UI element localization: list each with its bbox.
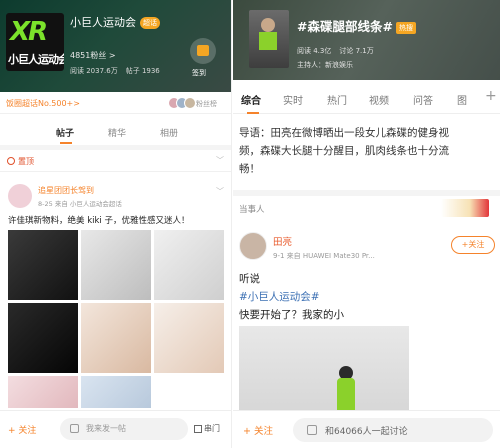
bottom-action-bar: + 关注 我来发一帖 串门 <box>0 410 231 448</box>
chevron-down-icon[interactable]: ﹀ <box>216 155 224 166</box>
post-author[interactable]: 追星团团长驾到 <box>38 185 94 196</box>
chuan-icon <box>194 424 202 433</box>
pinned-section[interactable]: 置顶 ﹀ <box>0 150 231 172</box>
guide-line: 导语：田亮在微博晒出一段女儿森碟的健身视 <box>239 127 449 139</box>
party-label: 当事人 <box>239 205 265 215</box>
post-image[interactable] <box>81 303 151 373</box>
discuss-input[interactable]: 和64066人一起讨论 <box>293 418 493 442</box>
read-count: 阅读 2037.6万 <box>70 67 118 75</box>
fan-avatars <box>168 97 198 109</box>
fans-count-link[interactable]: 4851粉丝 > <box>70 50 116 61</box>
follow-button[interactable]: + 关注 <box>243 423 273 437</box>
post-image[interactable] <box>8 376 78 408</box>
topic-guide: 导语：田亮在微博晒出一段女儿森碟的健身视 频，森碟大长腿十分醒目，肌肉线条也十分… <box>239 124 494 178</box>
plus-icon[interactable]: + <box>485 88 497 104</box>
avatar[interactable] <box>8 184 32 208</box>
post-meta: 8-25 来自 小巨人运动会超话 <box>38 200 122 208</box>
post-line: 听说 #小巨人运动会# 快要开始了？我家的小 <box>239 270 497 324</box>
post-count: 帖子 1936 <box>125 67 160 75</box>
signin-icon[interactable] <box>190 38 216 64</box>
post-image[interactable] <box>8 303 78 373</box>
video-player[interactable] <box>239 326 409 416</box>
rank-link[interactable]: 饭圈超话No.500+> <box>6 98 80 109</box>
hashtag-stats: 阅读 4.3亿 讨论 7.1万 <box>297 46 382 56</box>
supertopic-logo: XR 小巨人运动会 <box>6 13 64 71</box>
post-meta: 9-1 来自 HUAWEI Mate30 Pr... <box>273 252 375 260</box>
post-author[interactable]: 田亮 <box>273 234 292 248</box>
post-image[interactable] <box>81 230 151 300</box>
avatar <box>184 97 196 109</box>
tab-album[interactable]: 相册 <box>160 126 178 139</box>
hashtag-link[interactable]: #小巨人运动会# <box>239 288 497 306</box>
follow-button[interactable]: + 关注 <box>8 423 36 436</box>
guide-line: 畅！ <box>239 163 260 175</box>
tab-all[interactable]: 综合 <box>241 92 261 114</box>
party-banner-image <box>441 199 489 217</box>
supertopic-panel: XR 小巨人运动会 小巨人运动会 超话 4851粉丝 > 阅读 2037.6万 帖子… <box>0 0 232 448</box>
follow-user-button[interactable]: +关注 <box>451 236 495 254</box>
tab-video[interactable]: 视频 <box>369 92 389 107</box>
tab-hot[interactable]: 热门 <box>327 92 347 107</box>
discuss-count: 讨论 7.1万 <box>339 47 374 55</box>
pinned-label: 置顶 <box>18 157 34 166</box>
tab-qa[interactable]: 问答 <box>413 92 433 107</box>
composer-placeholder: 我来发一帖 <box>86 424 126 433</box>
hashtag-header: #森碟腿部线条# 热搜 阅读 4.3亿 讨论 7.1万 主持人：新浪娱乐 <box>233 0 500 80</box>
post-image[interactable] <box>8 230 78 300</box>
tab-images[interactable]: 图 <box>457 92 467 107</box>
party-header: 当事人 <box>233 196 500 220</box>
post-composer-input[interactable]: 我来发一帖 <box>60 418 188 440</box>
fan-list-link[interactable]: 粉丝榜 <box>196 99 217 109</box>
title-text: 小巨人运动会 <box>70 16 136 29</box>
host-label[interactable]: 主持人：新浪娱乐 <box>297 60 353 70</box>
hashtag-tabs: 综合 实时 热门 视频 问答 图 + <box>233 84 500 114</box>
hashtag-panel: #森碟腿部线条# 热搜 阅读 4.3亿 讨论 7.1万 主持人：新浪娱乐 综合 实时… <box>233 0 500 448</box>
hot-badge: 热搜 <box>395 21 416 34</box>
pen-icon <box>70 424 79 433</box>
hashtag-title: #森碟腿部线条# 热搜 <box>297 16 416 35</box>
supertopic-tabs: 帖子 精华 相册 <box>0 120 231 144</box>
read-count: 阅读 4.3亿 <box>297 47 332 55</box>
avatar[interactable] <box>239 232 267 260</box>
logo-text: XR <box>10 17 48 47</box>
guide-line: 频，森碟大长腿十分醒目，肌肉线条也十分流 <box>239 145 449 157</box>
text-segment: 听说 <box>239 273 260 285</box>
tab-posts[interactable]: 帖子 <box>56 126 74 144</box>
bottom-action-bar: + 关注 和64066人一起讨论 <box>233 410 500 448</box>
chevron-down-icon[interactable]: ﹀ <box>216 186 224 197</box>
video-figure <box>337 378 355 414</box>
rank-bar: 饭圈超话No.500+> 粉丝榜 <box>0 92 231 114</box>
pen-icon <box>307 425 317 435</box>
supertopic-header: XR 小巨人运动会 小巨人运动会 超话 4851粉丝 > 阅读 2037.6万 帖子… <box>0 0 231 92</box>
post-image[interactable] <box>81 376 151 408</box>
pin-icon <box>7 157 15 165</box>
supertopic-stats: 阅读 2037.6万 帖子 1936 <box>70 66 168 76</box>
post-image[interactable] <box>154 230 224 300</box>
title-text: #森碟腿部线条# <box>297 19 393 34</box>
logo-subtext: 小巨人运动会 <box>8 53 64 66</box>
tab-realtime[interactable]: 实时 <box>283 92 303 107</box>
post-image[interactable] <box>154 303 224 373</box>
visit-label: 串门 <box>204 424 220 433</box>
super-badge: 超话 <box>140 17 160 29</box>
hashtag-thumbnail <box>249 10 289 68</box>
text-segment: 快要开始了？我家的小 <box>239 309 344 321</box>
supertopic-title: 小巨人运动会 超话 <box>70 14 160 30</box>
post-text: 许佳琪新物料，绝美 kiki 子，优雅性感又迷人！ <box>8 216 190 226</box>
discuss-placeholder: 和64066人一起讨论 <box>325 427 408 437</box>
tab-featured[interactable]: 精华 <box>108 126 126 139</box>
visit-button[interactable]: 串门 <box>194 423 220 434</box>
signin-button[interactable]: 签到 <box>192 68 206 78</box>
